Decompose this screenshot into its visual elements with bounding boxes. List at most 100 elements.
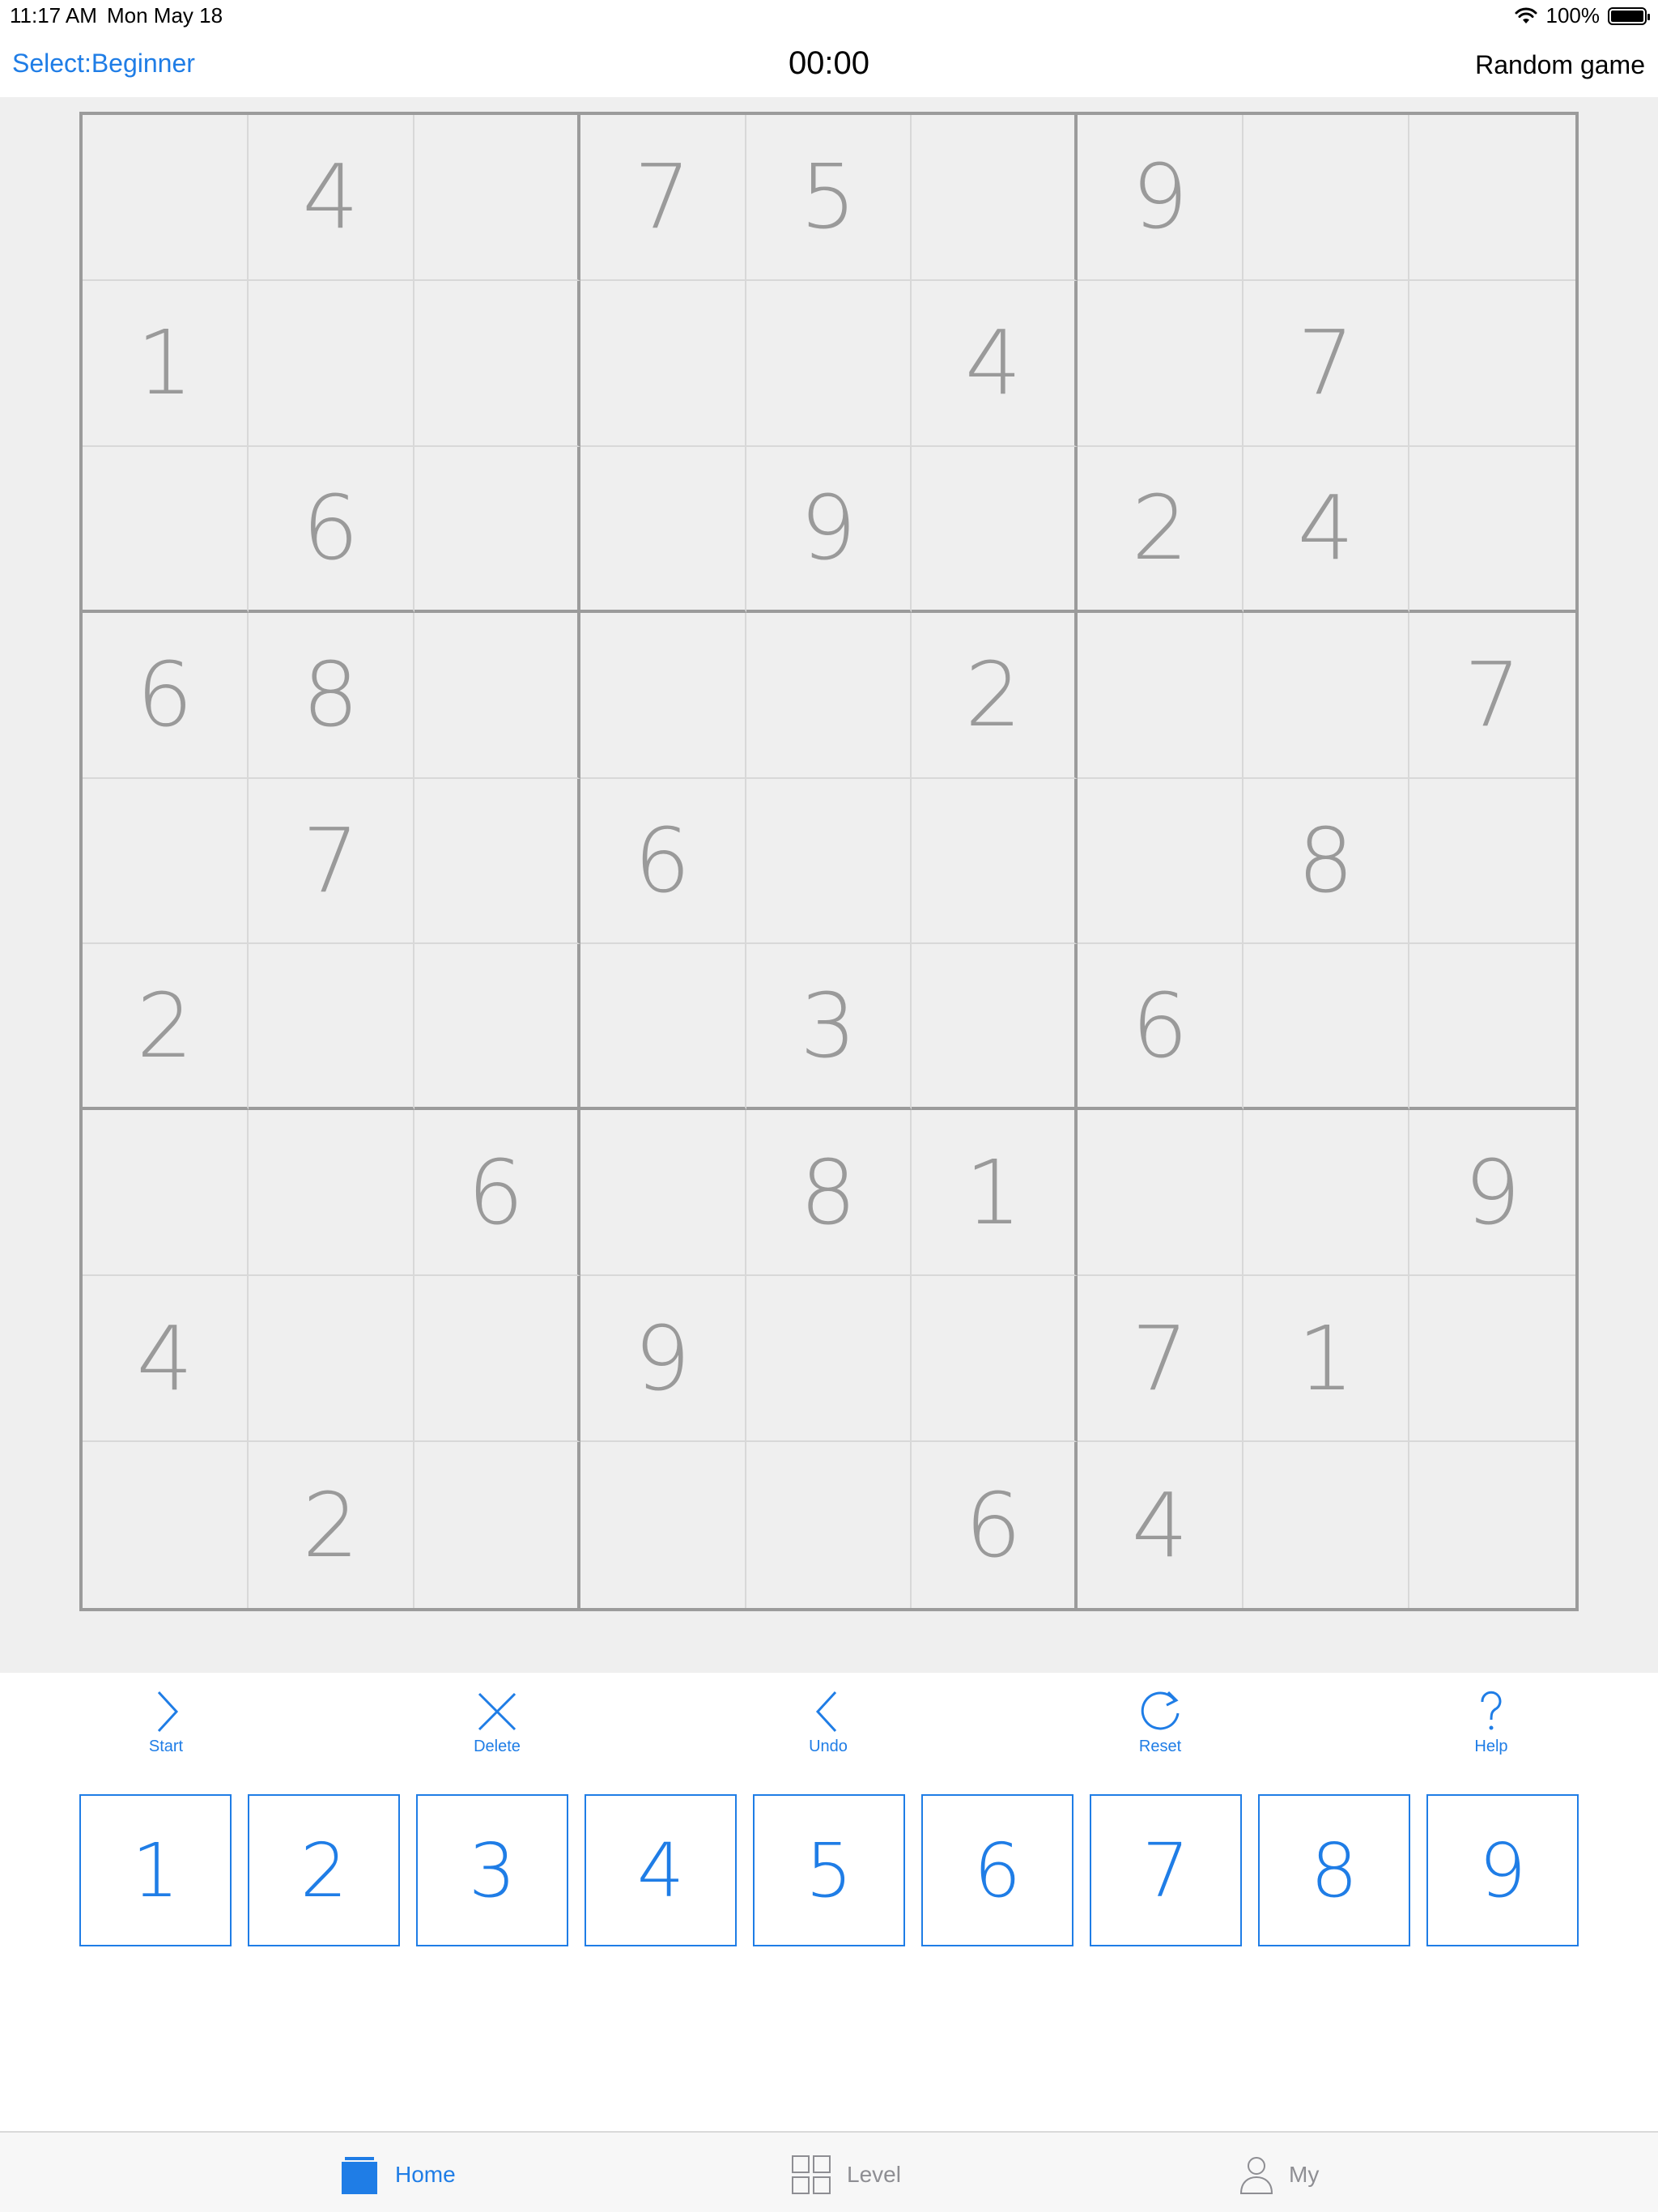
board-cell[interactable] bbox=[83, 1110, 249, 1277]
board-cell[interactable] bbox=[912, 446, 1078, 613]
board-cell[interactable] bbox=[1409, 1442, 1575, 1608]
board-cell[interactable] bbox=[746, 1442, 912, 1608]
board-cell[interactable] bbox=[248, 944, 414, 1111]
board-cell[interactable] bbox=[1244, 1110, 1410, 1277]
status-indicators: 100% bbox=[1514, 3, 1650, 28]
board-cell[interactable] bbox=[912, 778, 1078, 945]
board-cell[interactable] bbox=[414, 446, 580, 613]
board-cell[interactable]: 7 bbox=[1409, 613, 1575, 779]
tab-my[interactable]: My bbox=[1239, 2154, 1319, 2196]
board-cell[interactable]: 2 bbox=[912, 612, 1078, 779]
board-cell[interactable] bbox=[1409, 1276, 1575, 1443]
board-cell[interactable] bbox=[1078, 280, 1244, 447]
board-cell[interactable] bbox=[1409, 281, 1575, 447]
board-cell[interactable]: 1 bbox=[1244, 1276, 1410, 1443]
board-cell[interactable] bbox=[1244, 115, 1410, 281]
number-key[interactable]: 6 bbox=[921, 1794, 1073, 1946]
board-cell[interactable] bbox=[580, 446, 746, 613]
board-cell[interactable] bbox=[580, 944, 746, 1111]
board-cell[interactable] bbox=[746, 280, 912, 447]
start-button[interactable]: Start bbox=[109, 1689, 223, 1756]
board-cell[interactable] bbox=[83, 115, 249, 281]
number-key[interactable]: 4 bbox=[585, 1794, 737, 1946]
board-cell[interactable] bbox=[580, 1110, 746, 1277]
board-cell[interactable] bbox=[83, 778, 249, 945]
board-cell[interactable] bbox=[746, 1276, 912, 1443]
number-key[interactable]: 3 bbox=[416, 1794, 568, 1946]
board-cell[interactable]: 8 bbox=[1244, 778, 1410, 945]
board-cell[interactable] bbox=[414, 115, 580, 281]
board-cell[interactable]: 6 bbox=[580, 778, 746, 945]
board-cell[interactable]: 7 bbox=[248, 778, 414, 945]
board-cell[interactable] bbox=[414, 778, 580, 945]
board-cell[interactable] bbox=[1244, 1442, 1410, 1608]
board-cell[interactable]: 6 bbox=[414, 1110, 580, 1277]
board-cell[interactable]: 6 bbox=[912, 1442, 1078, 1608]
board-cell[interactable] bbox=[414, 280, 580, 447]
board-cell[interactable] bbox=[1409, 115, 1575, 281]
board-cell[interactable] bbox=[414, 1442, 580, 1608]
tab-level[interactable]: Level bbox=[790, 2154, 901, 2196]
board-cell[interactable]: 9 bbox=[1078, 115, 1244, 281]
board-cell[interactable]: 7 bbox=[580, 115, 746, 281]
board-cell[interactable] bbox=[912, 1276, 1078, 1443]
board-cell[interactable] bbox=[83, 446, 249, 613]
board-cell[interactable] bbox=[1078, 612, 1244, 779]
board-cell[interactable]: 1 bbox=[912, 1110, 1078, 1277]
board-cell[interactable]: 7 bbox=[1244, 280, 1410, 447]
board-cell[interactable]: 6 bbox=[1078, 944, 1244, 1111]
board-cell[interactable] bbox=[1244, 944, 1410, 1111]
board-cell[interactable] bbox=[580, 612, 746, 779]
board-cell[interactable]: 4 bbox=[248, 115, 414, 281]
board-cell[interactable] bbox=[414, 1276, 580, 1443]
board-cell[interactable] bbox=[83, 1442, 249, 1608]
board-cell[interactable] bbox=[248, 1276, 414, 1443]
board-cell[interactable] bbox=[1078, 1110, 1244, 1277]
help-button[interactable]: Help bbox=[1435, 1689, 1548, 1756]
board-cell[interactable]: 9 bbox=[1409, 1110, 1575, 1277]
board-cell[interactable] bbox=[580, 280, 746, 447]
board-cell[interactable]: 2 bbox=[249, 1442, 414, 1608]
delete-button[interactable]: Delete bbox=[440, 1689, 554, 1756]
board-cell[interactable] bbox=[912, 115, 1078, 281]
board-cell[interactable]: 4 bbox=[1078, 1442, 1244, 1608]
undo-button[interactable]: Undo bbox=[772, 1689, 885, 1756]
board-cell[interactable]: 4 bbox=[1244, 446, 1410, 613]
board-cell[interactable] bbox=[414, 612, 580, 779]
board-cell[interactable]: 9 bbox=[580, 1276, 746, 1443]
number-key[interactable]: 8 bbox=[1258, 1794, 1410, 1946]
number-key[interactable]: 7 bbox=[1090, 1794, 1242, 1946]
tab-home[interactable]: Home bbox=[338, 2154, 456, 2196]
board-cell[interactable] bbox=[746, 778, 912, 945]
board-cell[interactable]: 1 bbox=[83, 280, 249, 447]
number-key[interactable]: 5 bbox=[753, 1794, 905, 1946]
board-cell[interactable]: 3 bbox=[746, 944, 912, 1111]
board-cell[interactable] bbox=[248, 280, 414, 447]
board-cell[interactable]: 6 bbox=[248, 446, 414, 613]
board-cell[interactable]: 8 bbox=[746, 1110, 912, 1277]
board-cell[interactable]: 9 bbox=[746, 446, 912, 613]
board-cell[interactable] bbox=[912, 944, 1078, 1111]
board-cell[interactable] bbox=[580, 1442, 746, 1608]
board-cell[interactable]: 6 bbox=[83, 612, 249, 779]
reset-button[interactable]: Reset bbox=[1103, 1689, 1217, 1756]
number-key[interactable]: 2 bbox=[248, 1794, 400, 1946]
board-cell[interactable] bbox=[1244, 612, 1410, 779]
board-cell[interactable] bbox=[414, 944, 580, 1111]
board-cell[interactable] bbox=[746, 612, 912, 779]
board-cell[interactable]: 5 bbox=[746, 115, 912, 281]
number-key[interactable]: 1 bbox=[79, 1794, 232, 1946]
board-cell[interactable]: 8 bbox=[248, 612, 414, 779]
board-cell[interactable] bbox=[1409, 447, 1575, 613]
board-cell[interactable] bbox=[1409, 779, 1575, 945]
board-cell[interactable] bbox=[1078, 778, 1244, 945]
number-key[interactable]: 9 bbox=[1426, 1794, 1579, 1946]
board-cell[interactable]: 2 bbox=[83, 944, 249, 1111]
board-cell[interactable]: 7 bbox=[1078, 1276, 1244, 1443]
board-cell[interactable] bbox=[248, 1110, 414, 1277]
random-game-button[interactable]: Random game bbox=[1475, 50, 1645, 80]
board-cell[interactable] bbox=[1409, 944, 1575, 1111]
board-cell[interactable]: 2 bbox=[1078, 446, 1244, 613]
board-cell[interactable]: 4 bbox=[912, 280, 1078, 447]
board-cell[interactable]: 4 bbox=[83, 1276, 249, 1443]
